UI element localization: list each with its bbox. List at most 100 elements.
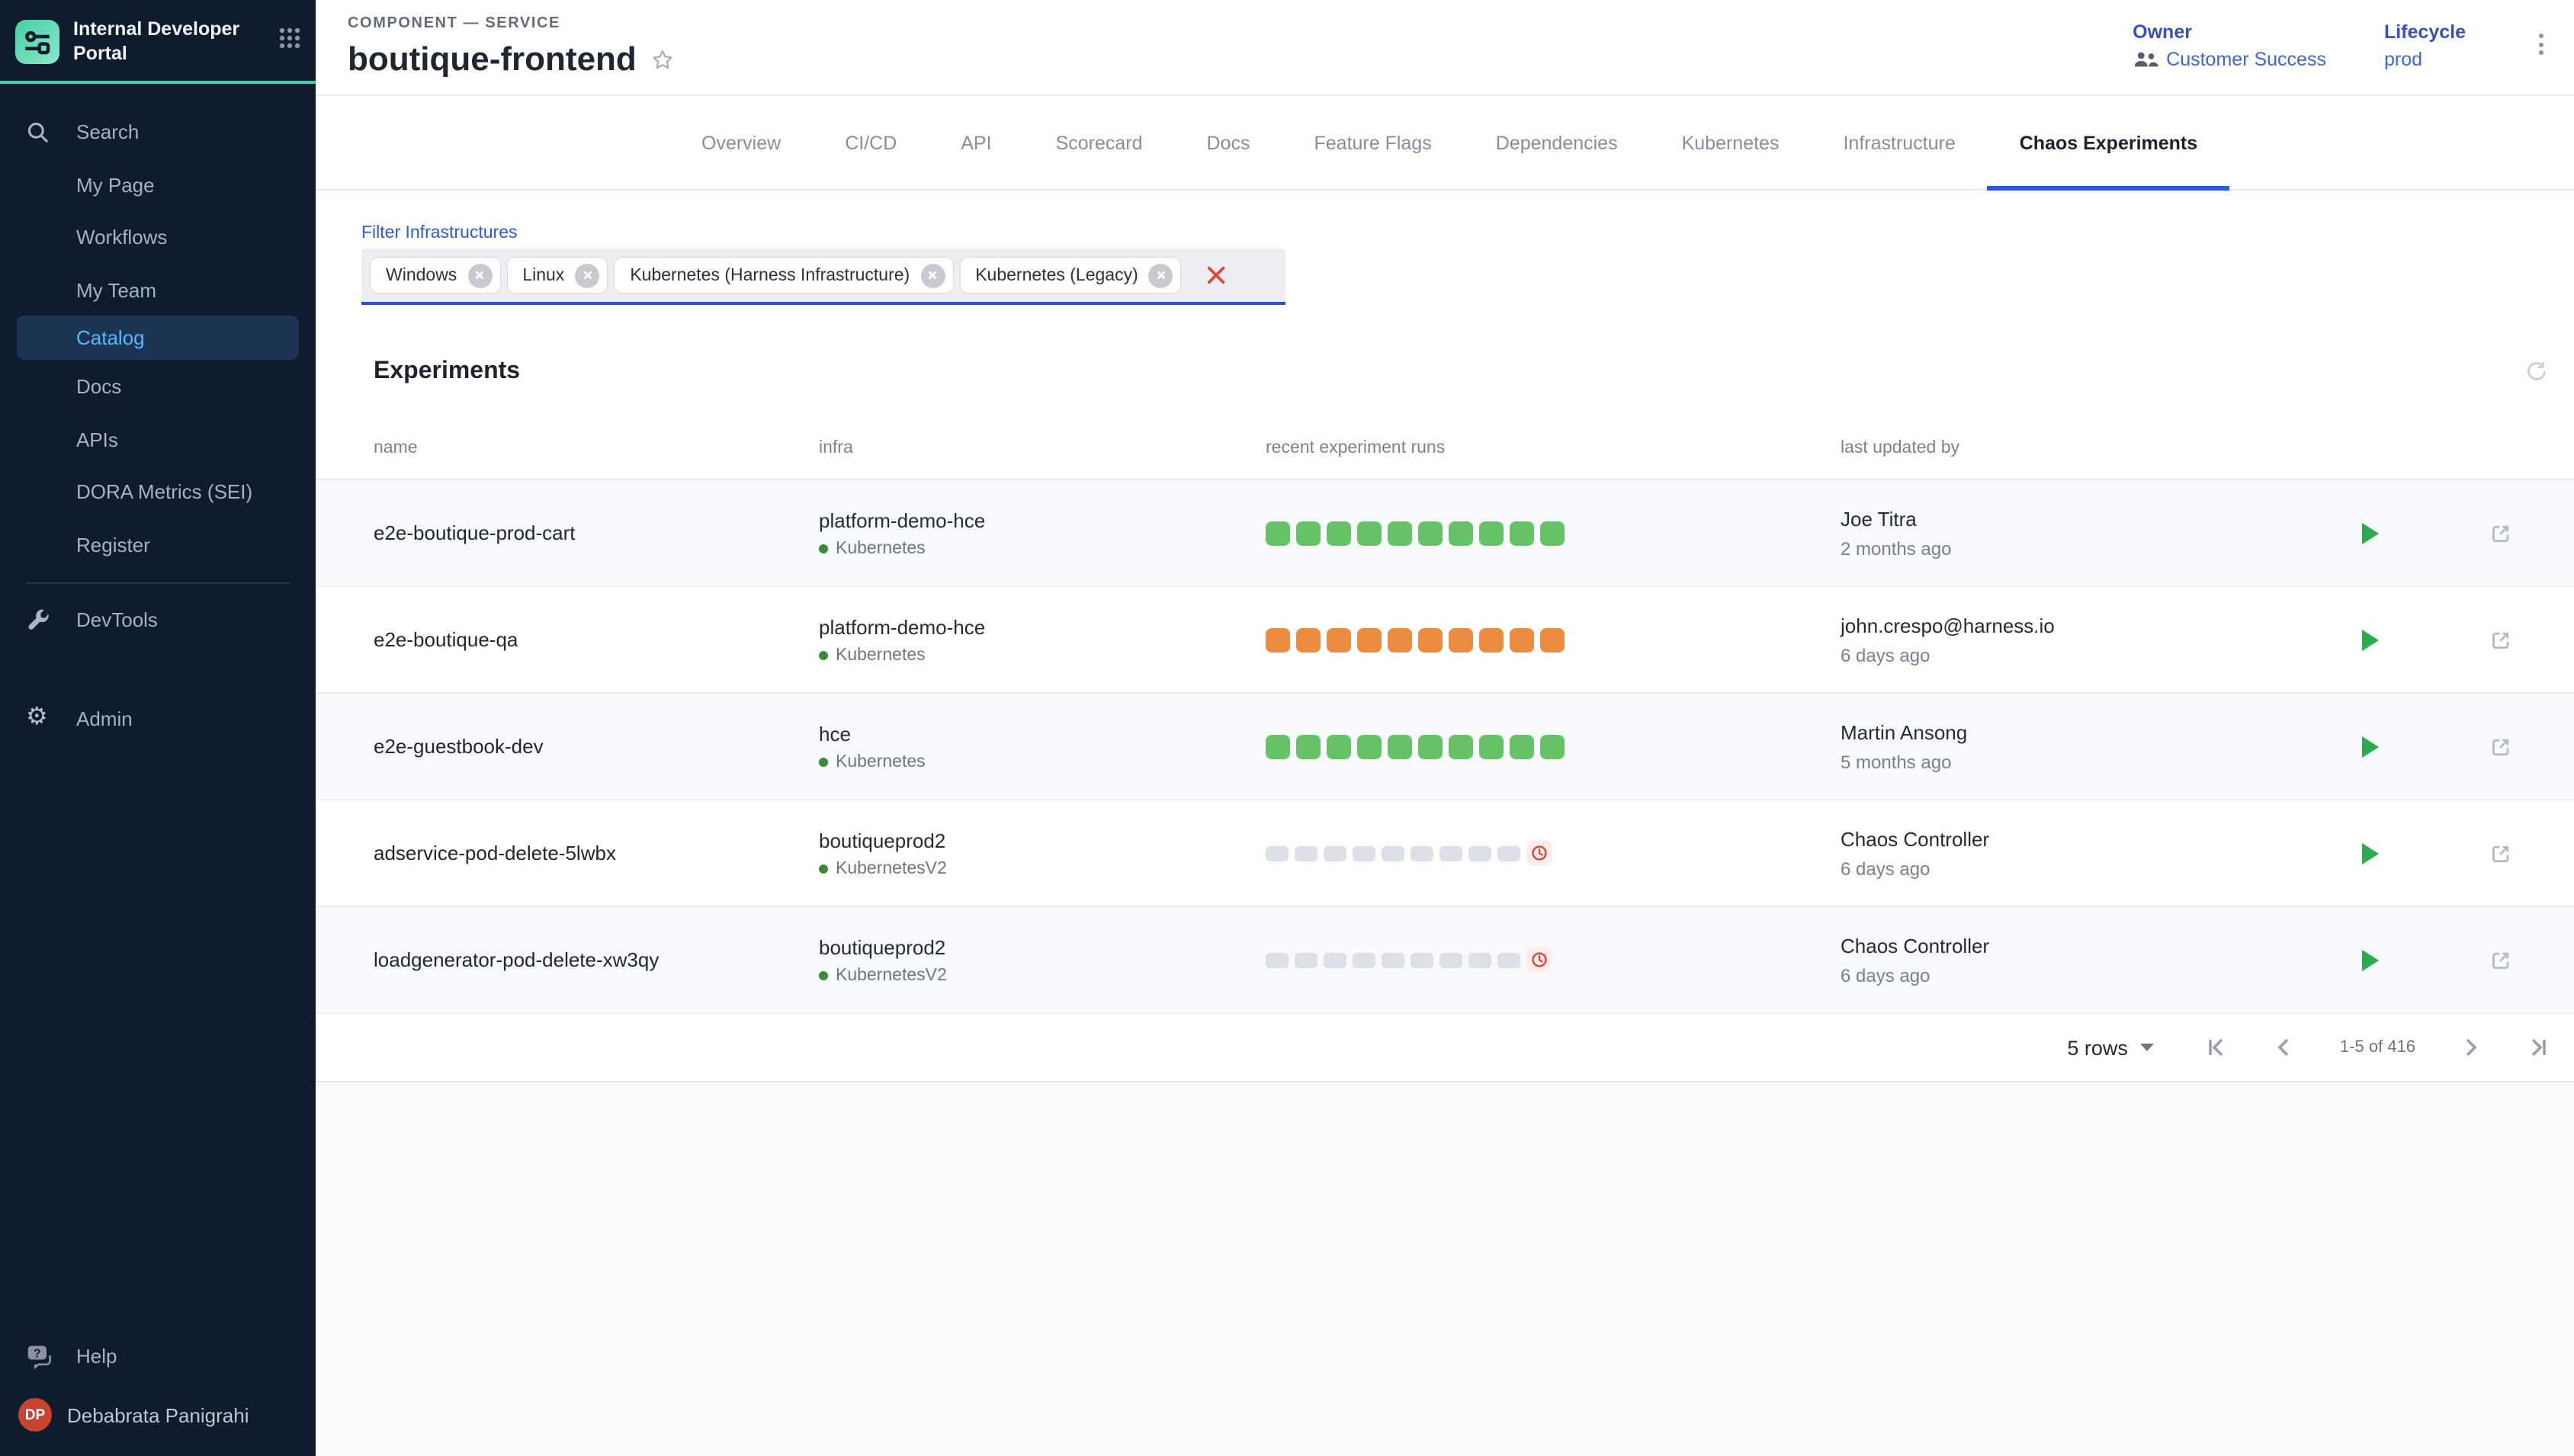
tab-scorecard[interactable]: Scorecard <box>1024 96 1175 189</box>
run-status-square <box>1266 734 1290 758</box>
lifecycle-label: Lifecycle <box>2384 21 2466 43</box>
sidebar-item-dora-metrics-sei[interactable]: DORA Metrics (SEI) <box>0 466 316 518</box>
sidebar-item-help[interactable]: ? Help <box>0 1330 316 1383</box>
owner-link[interactable]: Customer Success <box>2166 49 2326 70</box>
run-experiment-button[interactable] <box>2351 621 2388 658</box>
tab-docs[interactable]: Docs <box>1175 96 1282 189</box>
run-status-square <box>1266 952 1289 967</box>
run-status-square <box>1411 952 1433 967</box>
tab-dependencies[interactable]: Dependencies <box>1464 96 1650 189</box>
run-status-square <box>1497 952 1520 967</box>
first-page-button[interactable] <box>2203 1034 2230 1061</box>
run-status-square <box>1296 521 1321 545</box>
run-status-square <box>1510 734 1534 758</box>
sidebar-item-workflows[interactable]: Workflows <box>0 211 316 264</box>
infra-name: platform-demo-hce <box>819 508 1266 531</box>
sidebar-item-search[interactable]: Search <box>0 106 316 159</box>
table-row[interactable]: adservice-pod-delete-5lwbx boutiqueprod2… <box>316 800 2574 907</box>
updated-by: Joe Titra <box>1841 507 2348 530</box>
refresh-icon[interactable] <box>2522 357 2551 386</box>
table-header-row: nameinfrarecent experiment runslast upda… <box>316 416 2574 480</box>
open-experiment-button[interactable] <box>2483 515 2519 551</box>
tab-ci-cd[interactable]: CI/CD <box>813 96 929 189</box>
filter-chip-windows: Windows <box>371 258 499 293</box>
sidebar-item-admin[interactable]: ⚙ Admin <box>0 692 316 745</box>
run-experiment-button[interactable] <box>2351 728 2388 765</box>
user-name: Debabrata Panigrahi <box>67 1403 249 1426</box>
table-row[interactable]: e2e-boutique-qa platform-demo-hce Kubern… <box>316 587 2574 694</box>
run-status-square <box>1479 627 1504 652</box>
pending-clock-icon <box>1529 950 1549 970</box>
tab-infrastructure[interactable]: Infrastructure <box>1811 96 1987 189</box>
sidebar-item-docs[interactable]: Docs <box>0 361 316 413</box>
tab-content: Filter Infrastructures WindowsLinuxKuber… <box>316 191 2574 1456</box>
run-experiment-button[interactable] <box>2351 941 2388 978</box>
lifecycle-block: Lifecycle prod <box>2384 21 2466 70</box>
table-row[interactable]: e2e-guestbook-dev hce Kubernetes Martin … <box>316 694 2574 800</box>
remove-chip-icon[interactable] <box>575 263 599 287</box>
tab-chaos-experiments[interactable]: Chaos Experiments <box>1988 96 2229 189</box>
apps-grid-icon[interactable] <box>279 27 300 56</box>
sidebar-item-my-page[interactable]: My Page <box>0 159 316 211</box>
remove-chip-icon[interactable] <box>1149 263 1173 287</box>
infra-status-dot <box>819 864 828 873</box>
tab-feature-flags[interactable]: Feature Flags <box>1282 96 1464 189</box>
run-status-square <box>1353 845 1375 861</box>
play-icon <box>2361 949 2378 970</box>
run-status-square <box>1510 627 1534 652</box>
previous-page-button[interactable] <box>2271 1034 2299 1061</box>
table-row[interactable]: e2e-boutique-prod-cart platform-demo-hce… <box>316 480 2574 587</box>
remove-chip-icon[interactable] <box>920 263 945 287</box>
tab-overview[interactable]: Overview <box>669 96 813 189</box>
run-experiment-button[interactable] <box>2351 835 2388 871</box>
filter-input[interactable]: WindowsLinuxKubernetes (Harness Infrastr… <box>361 249 1285 305</box>
run-status-square <box>1295 952 1317 967</box>
run-experiment-button[interactable] <box>2351 515 2388 551</box>
sidebar-item-apis[interactable]: APIs <box>0 413 316 466</box>
open-experiment-button[interactable] <box>2483 941 2519 978</box>
table-row[interactable]: loadgenerator-pod-delete-xw3qy boutiquep… <box>316 907 2574 1014</box>
sidebar-item-label: Docs <box>26 375 121 398</box>
infra-type: KubernetesV2 <box>836 859 947 877</box>
run-status-square <box>1439 952 1462 967</box>
column-header-recent-experiment-runs: recent experiment runs <box>1266 438 1841 457</box>
run-status-square <box>1439 845 1462 861</box>
more-options-icon[interactable] <box>2530 21 2553 67</box>
sidebar-item-catalog[interactable]: Catalog <box>17 316 299 361</box>
infra-type: Kubernetes <box>836 539 926 557</box>
play-icon <box>2361 629 2378 650</box>
infra-name: boutiqueprod2 <box>819 935 1266 958</box>
chevron-down-icon <box>2140 1043 2155 1052</box>
run-status-square <box>1357 734 1382 758</box>
tab-kubernetes[interactable]: Kubernetes <box>1650 96 1812 189</box>
updated-by: Chaos Controller <box>1841 827 2348 850</box>
sidebar: Internal Developer Portal SearchMy PageW… <box>0 0 316 1456</box>
sidebar-divider <box>26 583 290 585</box>
open-in-new-icon <box>2489 734 2513 758</box>
filter-chip-kubernetes-legacy: Kubernetes (Legacy) <box>960 258 1181 293</box>
recent-runs-strip <box>1266 627 1841 652</box>
sidebar-item-label: Help <box>63 1345 117 1368</box>
open-experiment-button[interactable] <box>2483 835 2519 871</box>
star-icon[interactable] <box>650 47 676 72</box>
sidebar-item-my-team[interactable]: My Team <box>0 264 316 316</box>
sidebar-item-register[interactable]: Register <box>0 518 316 571</box>
experiments-card: Experiments nameinfrarecent experiment r… <box>316 335 2574 1082</box>
experiment-name: loadgenerator-pod-delete-xw3qy <box>374 948 819 971</box>
sidebar-item-label: Register <box>26 533 150 556</box>
last-page-button[interactable] <box>2525 1034 2553 1061</box>
open-experiment-button[interactable] <box>2483 728 2519 765</box>
sidebar-item-label: Catalog <box>26 327 145 350</box>
column-header-name: name <box>374 438 819 457</box>
remove-chip-icon[interactable] <box>467 263 492 287</box>
sidebar-item-devtools[interactable]: DevTools <box>0 594 316 646</box>
chip-label: Windows <box>386 266 457 284</box>
play-icon <box>2361 736 2378 757</box>
run-status-square <box>1266 845 1289 861</box>
clear-filters-icon[interactable] <box>1204 262 1230 288</box>
user-menu[interactable]: DP Debabrata Panigrahi <box>0 1383 316 1456</box>
open-experiment-button[interactable] <box>2483 621 2519 658</box>
next-page-button[interactable] <box>2457 1034 2484 1061</box>
tab-api[interactable]: API <box>929 96 1023 189</box>
rows-per-page-select[interactable]: 5 rows <box>2067 1036 2155 1059</box>
